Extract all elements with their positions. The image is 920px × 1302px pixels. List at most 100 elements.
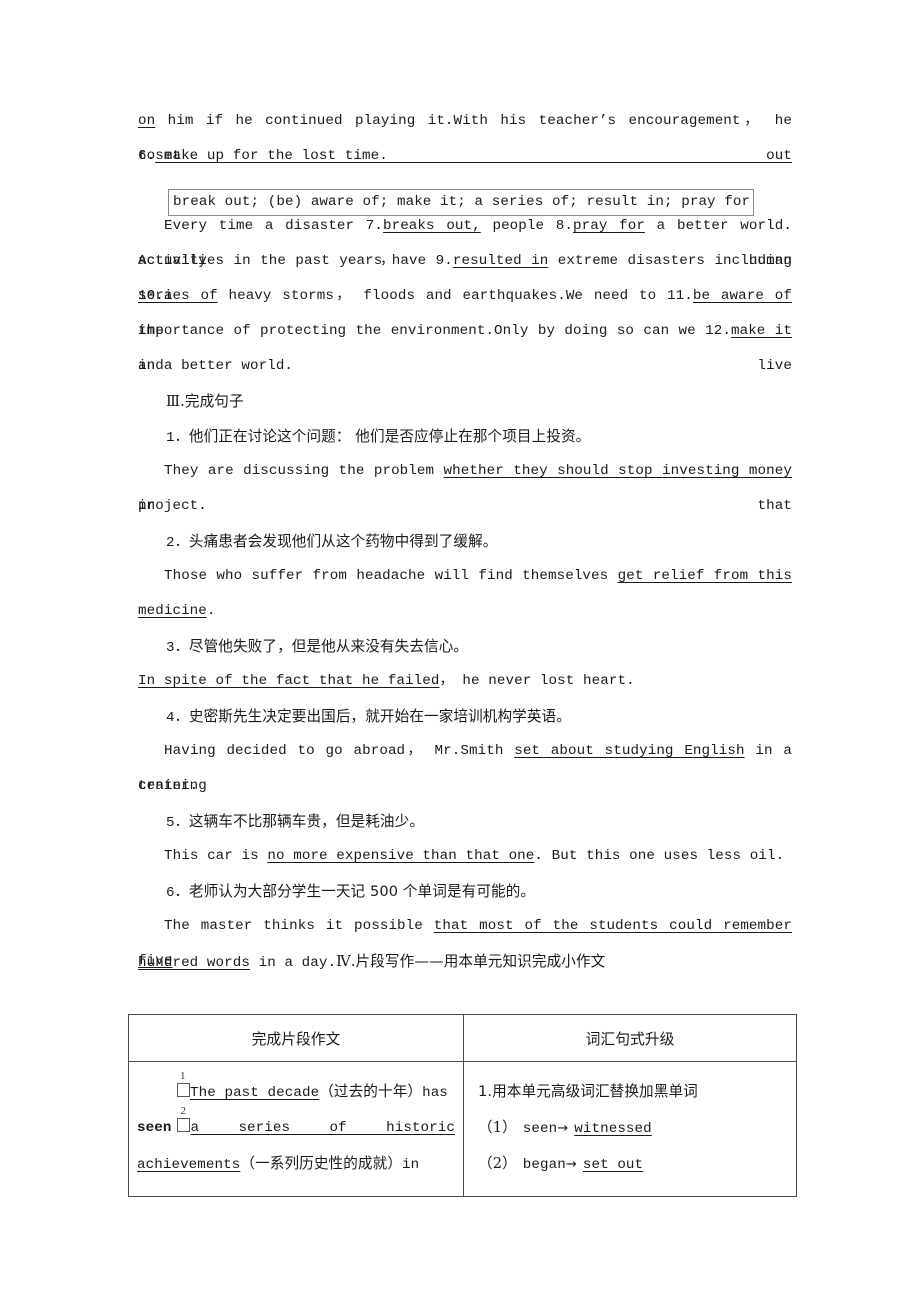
cloze2-l4-a: importance of protecting the environment… bbox=[138, 323, 731, 339]
sentence-item-1-answer-line1: They are discussing the problem whether … bbox=[138, 454, 792, 514]
item-6-chinese: 老师认为大部分学生一天记 500 个单词是有可能的。 bbox=[188, 883, 536, 900]
table-header-row: 完成片段作文 词汇句式升级 bbox=[128, 1014, 797, 1062]
sentence-item-4-answer-line2: center. bbox=[138, 778, 199, 794]
item-4-number: 4． bbox=[166, 710, 189, 726]
cloze-answer-7: breaks out, bbox=[382, 218, 481, 234]
blank-marker-2-superscript: 2 bbox=[180, 1105, 187, 1117]
cloze-answer-9: resulted in bbox=[452, 253, 549, 269]
document-page: on him if he continued playing it.With h… bbox=[0, 0, 920, 1302]
upgrade-item-1-to: witnessed bbox=[574, 1121, 652, 1137]
item-2-pre: Those who suffer from headache will find… bbox=[164, 568, 618, 584]
sentence-item-5-prompt: 5．这辆车不比那辆车贵，但是耗油少。 bbox=[138, 804, 792, 839]
cloze2-line-3: series of heavy storms， floods and earth… bbox=[138, 279, 792, 339]
item-2-blank: get relief from this bbox=[617, 568, 792, 584]
item-5-chinese: 这辆车不比那辆车贵，但是耗油少。 bbox=[188, 813, 425, 830]
section-3-title: 完成句子 bbox=[184, 393, 244, 410]
table-cell-composition: 1 The past decade（过去的十年）has seen 2 a series… bbox=[128, 1061, 464, 1197]
table-header-left: 完成片段作文 bbox=[128, 1014, 464, 1062]
upgrade-item-1: （1） seen→ witnessed bbox=[478, 1110, 788, 1146]
blank-marker-box-icon: 1 bbox=[177, 1071, 190, 1097]
upgrade-item-2-label: （2） bbox=[478, 1155, 517, 1172]
item-6-pre: The master thinks it possible bbox=[164, 918, 434, 934]
table-header-right-label: 词汇句式升级 bbox=[585, 1030, 675, 1048]
writing-task-table: 完成片段作文 词汇句式升级 1 The past decade（过去的十年）has… bbox=[128, 1014, 797, 1197]
composition-gloss-1: （过去的十年） bbox=[319, 1083, 423, 1100]
composition-bold-seen: seen bbox=[137, 1120, 172, 1136]
sentence-item-2-prompt: 2．头痛患者会发现他们从这个药物中得到了缓解。 bbox=[138, 524, 792, 559]
sentence-item-3-answer: In spite of the fact that he failed， he … bbox=[138, 664, 792, 699]
sentence-item-6-prompt: 6．老师认为大部分学生一天记 500 个单词是有可能的。 bbox=[138, 874, 792, 909]
item-6-number: 6． bbox=[166, 885, 189, 901]
phrase-bank-box: break out; (be) aware of; make it; a ser… bbox=[168, 189, 755, 216]
composition-word-in: in bbox=[402, 1157, 420, 1173]
upgrade-item-2-to: set out bbox=[582, 1157, 644, 1173]
item-3-number: 3． bbox=[166, 640, 189, 656]
item-5-number: 5． bbox=[166, 815, 189, 831]
upgrade-title: 1.用本单元高级词汇替换加黑单词 bbox=[478, 1074, 788, 1110]
blank-marker-1-superscript: 1 bbox=[180, 1070, 186, 1082]
item-1-post: in that bbox=[138, 498, 792, 514]
item-4-blank: set about studying English bbox=[514, 743, 745, 759]
sentence-item-3-prompt: 3．尽管他失败了，但是他从来没有失去信心。 bbox=[138, 629, 792, 664]
composition-cell-content: 1 The past decade（过去的十年）has seen 2 a series… bbox=[129, 1062, 463, 1196]
sentence-item-4-answer-line1: Having decided to go abroad， Mr.Smith se… bbox=[138, 734, 792, 794]
cloze2-l3-b: heavy storms， floods and earthquakes.We … bbox=[217, 288, 693, 304]
section-4-title: 片段写作——用本单元知识完成小作文 bbox=[355, 953, 606, 970]
blank-marker-box-icon: 2 bbox=[177, 1106, 191, 1132]
item-2-number: 2． bbox=[166, 535, 189, 551]
item-4-pre: Having decided to go abroad， Mr.Smith bbox=[164, 743, 515, 759]
item-3-post: ， he never lost heart. bbox=[439, 673, 635, 689]
table-body-row: 1 The past decade（过去的十年）has seen 2 a series… bbox=[128, 1061, 797, 1197]
item-1-blank: whether they should stop investing money bbox=[443, 463, 792, 479]
section-3-numeral: Ⅲ. bbox=[166, 393, 185, 410]
item-6-post: in a day. bbox=[249, 955, 337, 971]
composition-line-3: achievements（一系列历史性的成就）in bbox=[137, 1146, 455, 1182]
cloze2-l1-a: Every time a disaster 7. bbox=[164, 218, 383, 234]
upgrade-item-2-from: began bbox=[522, 1157, 566, 1173]
cloze-answer-11: be aware of bbox=[692, 288, 792, 304]
sentence-item-6-answer-line1: The master thinks it possible that most … bbox=[138, 909, 792, 969]
composition-blank-2: a series of historic bbox=[190, 1120, 455, 1136]
cloze-answer-10b: series of bbox=[138, 288, 218, 304]
item-5-post: . But this one uses less oil. bbox=[534, 848, 785, 864]
composition-word-has: has bbox=[422, 1085, 448, 1101]
composition-blank-1: The past decade bbox=[190, 1085, 320, 1101]
right-arrow-icon: → bbox=[557, 1121, 569, 1136]
sentence-item-6-answer-line2: hundred words in a day.Ⅳ.片段写作——用本单元知识完成小… bbox=[138, 944, 792, 979]
sentence-item-5-answer-line1: This car is no more expensive than that … bbox=[138, 839, 792, 874]
right-arrow-icon: → bbox=[565, 1157, 577, 1172]
item-5-pre: This car is bbox=[164, 848, 268, 864]
item-5-blank: no more expensive than that one bbox=[267, 848, 535, 864]
table-header-left-label: 完成片段作文 bbox=[251, 1030, 341, 1048]
table-header-right: 词汇句式升级 bbox=[463, 1014, 797, 1062]
section-4-numeral: Ⅳ. bbox=[336, 953, 356, 970]
table-cell-upgrade: 1.用本单元高级词汇替换加黑单词 （1） seen→ witnessed （2） be… bbox=[463, 1061, 797, 1197]
item-3-chinese: 尽管他失败了，但是他从来没有失去信心。 bbox=[188, 638, 469, 655]
upgrade-title-label: 1.用本单元高级词汇替换加黑单词 bbox=[478, 1083, 698, 1100]
cloze-line-1: on him if he continued playing it.With h… bbox=[138, 104, 792, 164]
worksheet-body: on him if he continued playing it.With h… bbox=[138, 104, 792, 979]
upgrade-item-1-label: （1） bbox=[478, 1119, 517, 1136]
item-6-blank-cont: hundred words bbox=[138, 955, 250, 971]
upgrade-item-1-from: seen bbox=[522, 1121, 558, 1137]
item-2-blank-cont: medicine bbox=[138, 603, 207, 619]
item-1-pre: They are discussing the problem bbox=[164, 463, 444, 479]
composition-line-2: seen 2 a series of historic bbox=[137, 1106, 455, 1146]
item-2-post: . bbox=[206, 603, 216, 619]
composition-gloss-2: （一系列历史性的成就） bbox=[240, 1155, 403, 1172]
cloze2-l2-a: activities in the past years have 9. bbox=[138, 253, 453, 269]
cloze2-l1-c: people 8. bbox=[480, 218, 574, 234]
item-2-chinese: 头痛患者会发现他们从这个药物中得到了缓解。 bbox=[188, 533, 498, 550]
sentence-item-2-answer-line1: Those who suffer from headache will find… bbox=[138, 559, 792, 594]
item-4-chinese: 史密斯先生决定要出国后，就开始在一家培训机构学英语。 bbox=[188, 708, 571, 725]
sentence-item-4-prompt: 4．史密斯先生决定要出国后，就开始在一家培训机构学英语。 bbox=[138, 699, 792, 734]
cloze-answer-8: pray for bbox=[573, 218, 645, 234]
item-3-blank: In spite of the fact that he failed bbox=[138, 673, 440, 689]
composition-blank-2-cont: achievements bbox=[137, 1157, 241, 1173]
